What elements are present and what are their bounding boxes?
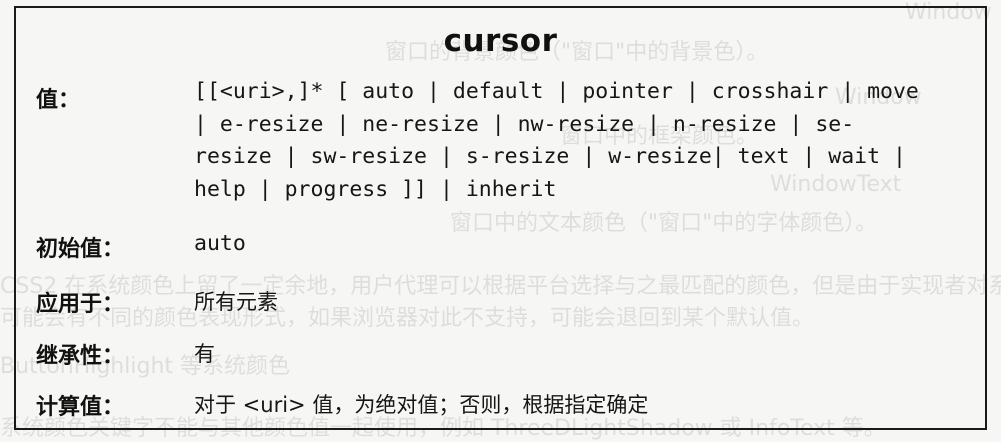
value-syntax-line: help | progress ]] | inherit	[194, 176, 557, 202]
inherited-label: 继承性：	[36, 344, 125, 369]
property-definition-box: cursor 值： [[<uri>,]* [ auto | default | …	[14, 6, 987, 430]
value-syntax-line: | e-resize | ne-resize | nw-resize | n-r…	[194, 111, 855, 137]
computed-value: 对于 <uri> 值，为绝对值；否则，根据指定确定	[194, 393, 649, 417]
inherited-value: 有	[194, 342, 215, 366]
computed-value-label: 计算值：	[36, 395, 125, 420]
applies-to-value: 所有元素	[194, 290, 278, 314]
value-syntax-line: [[<uri>,]* [ auto | default | pointer | …	[194, 79, 919, 104]
value-label: 值：	[36, 88, 81, 113]
value-syntax: [[<uri>,]* [ auto | default | pointer | …	[194, 76, 919, 206]
value-syntax-line: resize | sw-resize | s-resize | w-resize…	[194, 144, 906, 169]
initial-value-label: 初始值：	[36, 237, 125, 262]
applies-to-label: 应用于：	[36, 292, 125, 317]
property-title: cursor	[443, 23, 558, 59]
document-page: Window 窗口的背景颜色（"窗口"中的背景色）。 Window 窗口中的框架…	[0, 0, 1001, 442]
initial-value: auto	[194, 231, 246, 256]
